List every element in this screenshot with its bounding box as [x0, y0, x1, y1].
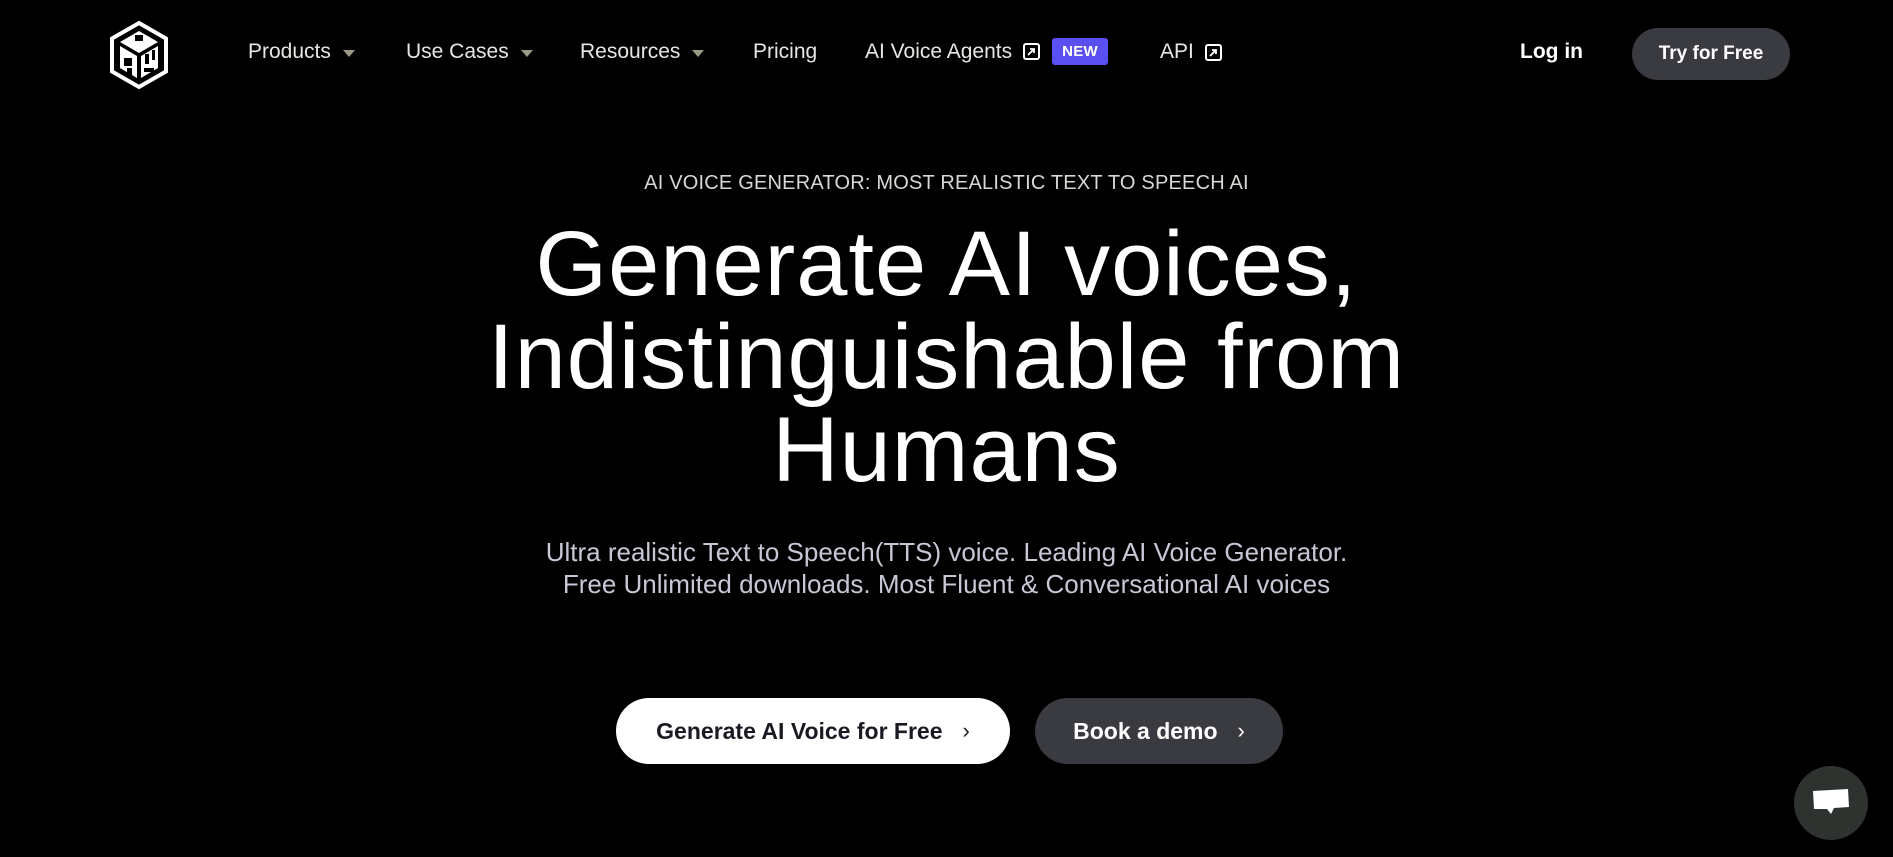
chevron-right-icon: › [962, 718, 970, 743]
headline-line: Indistinguishable from [488, 306, 1405, 408]
external-link-icon [1023, 43, 1041, 60]
try-for-free-button[interactable]: Try for Free [1632, 28, 1790, 80]
caret-down-icon [692, 49, 705, 57]
nav-products[interactable]: Products [248, 40, 355, 64]
nav-api-label: API [1160, 40, 1194, 63]
logo[interactable] [108, 20, 170, 90]
new-badge: NEW [1052, 38, 1109, 65]
caret-down-icon [520, 49, 533, 57]
nav-api[interactable]: API [1160, 40, 1222, 64]
subtitle-line: Ultra realistic Text to Speech(TTS) voic… [545, 537, 1348, 567]
hero-headline: Generate AI voices, Indistinguishable fr… [0, 218, 1893, 497]
top-navigation: Products Use Cases Resources Pricing AI … [0, 0, 1893, 108]
nav-resources-label: Resources [580, 40, 681, 63]
headline-line: Humans [772, 399, 1121, 501]
nav-resources[interactable]: Resources [580, 40, 705, 64]
nav-use-cases-label: Use Cases [406, 40, 509, 63]
login-link[interactable]: Log in [1520, 40, 1583, 64]
hero-tagline: AI VOICE GENERATOR: MOST REALISTIC TEXT … [644, 172, 1249, 194]
nav-ai-voice-agents-label: AI Voice Agents [865, 39, 1013, 63]
chevron-right-icon: › [1237, 718, 1245, 743]
nav-products-label: Products [248, 40, 331, 63]
generate-ai-voice-button[interactable]: Generate AI Voice for Free › [616, 698, 1010, 764]
playht-cube-logo-icon [110, 20, 168, 90]
generate-ai-voice-label: Generate AI Voice for Free [656, 717, 943, 744]
chat-widget-button[interactable] [1794, 766, 1868, 840]
nav-use-cases[interactable]: Use Cases [406, 40, 533, 64]
book-demo-label: Book a demo [1073, 717, 1218, 744]
subtitle-line: Free Unlimited downloads. Most Fluent & … [562, 569, 1331, 599]
external-link-icon [1204, 43, 1222, 61]
nav-ai-voice-agents[interactable]: AI Voice Agents NEW [865, 38, 1109, 65]
headline-line: Generate AI voices, [535, 213, 1358, 315]
nav-pricing-label: Pricing [753, 40, 818, 63]
caret-down-icon [342, 49, 355, 57]
book-demo-button[interactable]: Book a demo › [1035, 698, 1283, 764]
hero-subtitle: Ultra realistic Text to Speech(TTS) voic… [0, 536, 1893, 600]
nav-pricing[interactable]: Pricing [753, 40, 817, 64]
chat-bubble-icon [1813, 789, 1849, 814]
